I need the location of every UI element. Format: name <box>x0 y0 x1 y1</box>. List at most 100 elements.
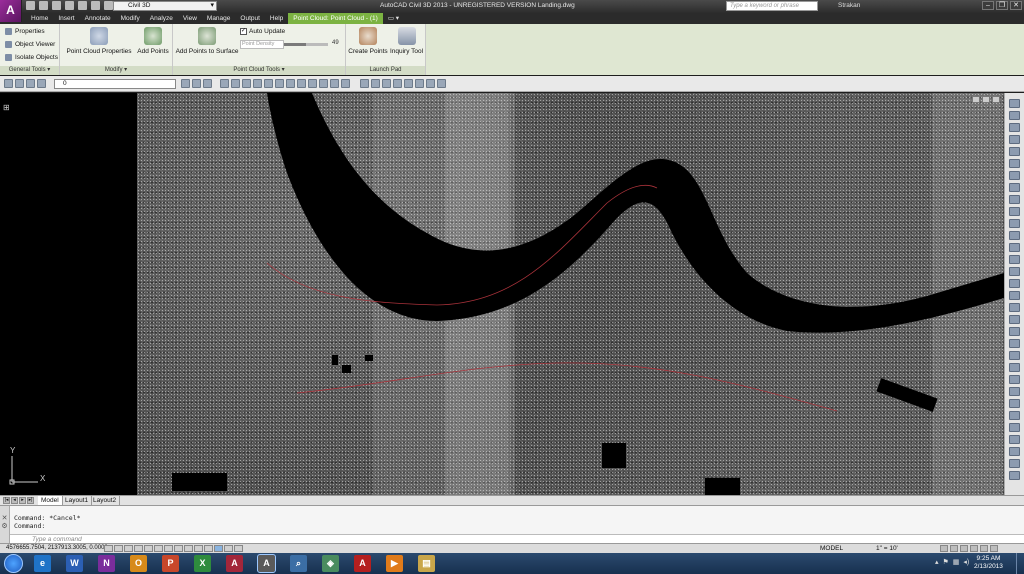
tool-13-icon[interactable] <box>360 79 369 88</box>
draw-tool-icon[interactable] <box>1009 471 1020 480</box>
draw-tool-icon[interactable] <box>1009 303 1020 312</box>
draw-tool-icon[interactable] <box>1009 159 1020 168</box>
draw-tool-icon[interactable] <box>1009 363 1020 372</box>
drawing-canvas[interactable]: ⊞ Y X <box>0 93 1004 495</box>
draw-tool-icon[interactable] <box>1009 219 1020 228</box>
tool-20-icon[interactable] <box>437 79 446 88</box>
viewport-restore-button[interactable] <box>982 96 990 103</box>
taskbar-search-icon[interactable]: ⌕ <box>290 555 307 572</box>
point-cloud-properties-button[interactable]: Point Cloud Properties <box>66 27 132 55</box>
lock-icon[interactable] <box>960 545 968 552</box>
tool-18-icon[interactable] <box>415 79 424 88</box>
draw-tool-icon[interactable] <box>1009 435 1020 444</box>
model-space-toggle[interactable]: MODEL <box>820 545 843 552</box>
tab-home[interactable]: Home <box>26 13 53 24</box>
tab-output[interactable]: Output <box>235 13 265 24</box>
ribbon-options-button[interactable]: ▭ ▾ <box>383 13 404 24</box>
workspace-switch-icon[interactable] <box>950 545 958 552</box>
lineweight-icon[interactable] <box>204 545 213 552</box>
draw-tool-icon[interactable] <box>1009 423 1020 432</box>
tool-2-icon[interactable] <box>231 79 240 88</box>
annotation-visibility-icon[interactable] <box>940 545 948 552</box>
tool-7-icon[interactable] <box>286 79 295 88</box>
layer-states-icon[interactable] <box>203 79 212 88</box>
plot-icon[interactable] <box>65 1 74 10</box>
tool-6-icon[interactable] <box>275 79 284 88</box>
annotation-scale[interactable]: 1" = 10' <box>876 545 898 552</box>
tab-point-cloud[interactable]: Point Cloud: Point Cloud - (1) <box>288 13 383 24</box>
close-icon[interactable]: ✕ <box>0 514 9 522</box>
draw-tool-icon[interactable] <box>1009 171 1020 180</box>
close-button[interactable]: ✕ <box>1010 1 1022 10</box>
inquiry-tool-button[interactable]: Inquiry Tool <box>388 27 425 55</box>
viewport-minimize-button[interactable] <box>972 96 980 103</box>
maximize-button[interactable]: ❐ <box>996 1 1008 10</box>
draw-tool-icon[interactable] <box>1009 447 1020 456</box>
grid-display-icon[interactable] <box>124 545 133 552</box>
next-layout-icon[interactable]: ▸ <box>19 497 26 504</box>
taskbar-word-icon[interactable]: W <box>66 555 83 572</box>
make-current-icon[interactable] <box>181 79 190 88</box>
tool-10-icon[interactable] <box>319 79 328 88</box>
taskbar-internet-explorer-icon[interactable]: e <box>34 555 51 572</box>
save-icon[interactable] <box>52 1 61 10</box>
minimize-button[interactable]: – <box>982 1 994 10</box>
taskbar-explorer-icon[interactable]: ▤ <box>418 555 435 572</box>
workspace-dropdown[interactable]: Civil 3D <box>113 1 217 11</box>
command-window-handle[interactable]: ✕ ⚙ <box>0 506 10 544</box>
flag-icon[interactable]: ⚑ <box>943 558 949 566</box>
undo-icon[interactable] <box>78 1 87 10</box>
tab-manage[interactable]: Manage <box>202 13 236 24</box>
tab-view[interactable]: View <box>178 13 202 24</box>
match-properties-icon[interactable] <box>104 1 113 10</box>
user-sign-in[interactable]: Strakan <box>838 2 860 9</box>
new-icon[interactable] <box>26 1 35 10</box>
layer-properties-icon[interactable] <box>4 79 13 88</box>
infer-constraints-icon[interactable] <box>104 545 113 552</box>
auto-update-checkbox[interactable]: ✓ Auto Update <box>240 28 285 35</box>
dynamic-input-icon[interactable] <box>194 545 203 552</box>
isolate-icon[interactable] <box>970 545 978 552</box>
settings-icon[interactable] <box>990 545 998 552</box>
start-button[interactable] <box>4 554 23 573</box>
draw-tool-icon[interactable] <box>1009 267 1020 276</box>
tool-17-icon[interactable] <box>404 79 413 88</box>
application-menu-button[interactable]: A <box>0 0 22 22</box>
taskbar-excel-icon[interactable]: X <box>194 555 211 572</box>
point-cloud[interactable] <box>137 93 1004 495</box>
ortho-mode-icon[interactable] <box>134 545 143 552</box>
object-viewer-button[interactable]: Object Viewer <box>5 41 55 48</box>
tool-19-icon[interactable] <box>426 79 435 88</box>
selection-cycling-icon[interactable] <box>234 545 243 552</box>
point-density-slider[interactable]: Point Density 49 <box>240 40 344 49</box>
create-points-button[interactable]: Create Points <box>348 27 388 55</box>
taskbar-onenote-icon[interactable]: N <box>98 555 115 572</box>
dynamic-ucs-icon[interactable] <box>184 545 193 552</box>
layer-lock-icon[interactable] <box>37 79 46 88</box>
taskbar-installer-icon[interactable]: ◈ <box>322 555 339 572</box>
taskbar-autocad-icon[interactable]: A <box>257 554 276 573</box>
first-layout-icon[interactable]: |◂ <box>3 497 10 504</box>
tool-16-icon[interactable] <box>393 79 402 88</box>
clean-screen-icon[interactable] <box>980 545 988 552</box>
draw-tool-icon[interactable] <box>1009 279 1020 288</box>
add-points-button[interactable]: Add Points <box>136 27 170 55</box>
tool-4-icon[interactable] <box>253 79 262 88</box>
panel-title-modify[interactable]: Modify ▾ <box>60 66 172 75</box>
tool-9-icon[interactable] <box>308 79 317 88</box>
draw-tool-icon[interactable] <box>1009 255 1020 264</box>
panel-title-point-cloud-tools[interactable]: Point Cloud Tools ▾ <box>173 66 345 75</box>
taskbar-access-icon[interactable]: A <box>226 555 243 572</box>
draw-tool-icon[interactable] <box>1009 399 1020 408</box>
viewport-close-button[interactable] <box>992 96 1000 103</box>
3d-object-snap-icon[interactable] <box>164 545 173 552</box>
draw-tool-icon[interactable] <box>1009 375 1020 384</box>
search-input[interactable]: Type a keyword or phrase <box>726 1 818 11</box>
add-points-to-surface-button[interactable]: Add Points to Surface <box>175 27 239 55</box>
layer-on-icon[interactable] <box>15 79 24 88</box>
coordinates-readout[interactable]: 4576655.7504, 2137913.3005, 0.0000 <box>6 545 108 551</box>
draw-tool-icon[interactable] <box>1009 459 1020 468</box>
tool-3-icon[interactable] <box>242 79 251 88</box>
profile-line[interactable] <box>296 362 838 412</box>
draw-tool-icon[interactable] <box>1009 243 1020 252</box>
